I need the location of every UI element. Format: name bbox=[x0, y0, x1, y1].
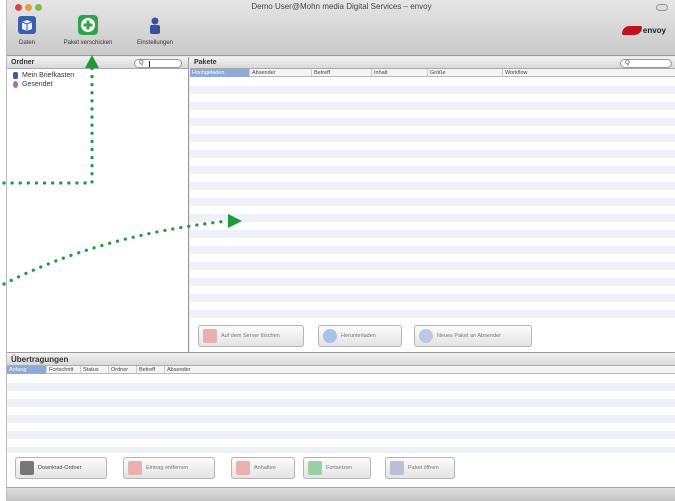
packages-header: Pakete Q bbox=[190, 57, 675, 69]
transfers-list[interactable] bbox=[7, 375, 675, 453]
column-anfang[interactable]: Anfang bbox=[7, 366, 47, 374]
toolbar-toggle-button[interactable] bbox=[656, 4, 668, 11]
status-bar bbox=[7, 487, 675, 501]
download-icon bbox=[323, 329, 337, 343]
column-betreff[interactable]: Betreff bbox=[312, 69, 372, 77]
open-package-icon bbox=[390, 461, 404, 475]
column-inhalt[interactable]: Inhalt bbox=[372, 69, 428, 77]
paket-oeffnen-button[interactable]: Paket öffnen bbox=[385, 457, 455, 479]
paket-label: Paket verschicken bbox=[63, 40, 113, 46]
search-icon: Q bbox=[625, 60, 630, 66]
anhalten-button[interactable]: Anhalten bbox=[231, 457, 295, 479]
fortsetzen-button[interactable]: Fortsetzen bbox=[303, 457, 371, 479]
packages-search-input[interactable]: Q bbox=[620, 59, 672, 68]
column-fortschritt[interactable]: Fortschritt bbox=[47, 366, 81, 374]
neues-paket-an-absender-button[interactable]: Neues Paket an Absender bbox=[414, 325, 532, 347]
einstellungen-button[interactable]: Einstellungen bbox=[131, 14, 179, 46]
folders-header-label: Ordner bbox=[11, 59, 35, 66]
column-absender[interactable]: Absender bbox=[165, 366, 675, 374]
column-groesse[interactable]: Größe bbox=[428, 69, 503, 77]
data-box-icon bbox=[18, 16, 36, 34]
eintrag-entfernen-label: Eintrag entfernen bbox=[146, 465, 189, 471]
fortsetzen-label: Fortsetzen bbox=[326, 465, 352, 471]
delete-on-server-label: Auf dem Server löschen bbox=[221, 333, 280, 339]
folder-item-mein-briefkasten[interactable]: Mein Briefkasten bbox=[7, 71, 188, 80]
app-window: Demo User@Mohn media Digital Services – … bbox=[6, 0, 675, 501]
folder-label: Mein Briefkasten bbox=[22, 72, 75, 79]
herunterladen-button[interactable]: Herunterladen bbox=[318, 325, 402, 347]
envoy-logo-mark bbox=[621, 26, 642, 36]
packages-pane: Pakete Q Hochgeladen Absender Betreff In… bbox=[190, 57, 675, 352]
sent-icon bbox=[13, 81, 18, 88]
person-settings-icon bbox=[150, 17, 160, 34]
resume-icon bbox=[308, 461, 322, 475]
einstellungen-label: Einstellungen bbox=[136, 40, 174, 46]
column-status[interactable]: Status bbox=[81, 366, 109, 374]
daten-label: Daten bbox=[18, 40, 35, 46]
column-absender[interactable]: Absender bbox=[250, 69, 312, 77]
packages-list[interactable] bbox=[190, 78, 675, 318]
search-icon: Q bbox=[139, 60, 144, 66]
person-icon bbox=[13, 72, 18, 79]
eintrag-entfernen-button[interactable]: Eintrag entfernen bbox=[123, 457, 215, 479]
anhalten-label: Anhalten bbox=[254, 465, 276, 471]
text-caret bbox=[149, 61, 150, 67]
packages-column-header: Hochgeladen Absender Betreff Inhalt Größ… bbox=[190, 69, 675, 77]
envoy-logo: envoy bbox=[621, 26, 666, 36]
folder-label: Gesendet bbox=[22, 81, 53, 88]
transfers-pane: Übertragungen Anfang Fortschritt Status … bbox=[7, 352, 675, 501]
column-betreff[interactable]: Betreff bbox=[137, 366, 165, 374]
packages-header-label: Pakete bbox=[194, 59, 217, 66]
paket-oeffnen-label: Paket öffnen bbox=[408, 465, 439, 471]
folders-pane: Ordner Q Mein Briefkasten Gesendet bbox=[7, 57, 189, 352]
add-package-icon bbox=[78, 15, 98, 35]
folder-icon bbox=[20, 461, 34, 475]
transfers-header: Übertragungen bbox=[7, 353, 675, 366]
delete-on-server-button[interactable]: Auf dem Server löschen bbox=[198, 325, 304, 347]
transfers-column-header: Anfang Fortschritt Status Ordner Betreff… bbox=[7, 366, 675, 374]
daten-button[interactable]: Daten bbox=[13, 14, 41, 46]
download-ordner-label: Download-Ordner bbox=[38, 465, 82, 471]
envoy-logo-text: envoy bbox=[642, 26, 666, 35]
column-ordner[interactable]: Ordner bbox=[109, 366, 137, 374]
transfers-button-bar: Download-Ordner Eintrag entfernen Anhalt… bbox=[7, 457, 675, 481]
toolbar: Demo User@Mohn media Digital Services – … bbox=[7, 0, 675, 56]
herunterladen-label: Herunterladen bbox=[341, 333, 376, 339]
column-workflow[interactable]: Workflow bbox=[503, 69, 675, 77]
column-hochgeladen[interactable]: Hochgeladen bbox=[190, 69, 250, 77]
download-ordner-button[interactable]: Download-Ordner bbox=[15, 457, 107, 479]
reply-arrow-icon bbox=[419, 329, 433, 343]
neues-paket-label: Neues Paket an Absender bbox=[437, 333, 501, 339]
delete-icon bbox=[203, 329, 217, 343]
remove-entry-icon bbox=[128, 461, 142, 475]
folder-item-gesendet[interactable]: Gesendet bbox=[7, 80, 188, 89]
window-title: Demo User@Mohn media Digital Services – … bbox=[251, 2, 432, 11]
pause-icon bbox=[236, 461, 250, 475]
folders-search-input[interactable]: Q bbox=[134, 59, 182, 68]
packages-button-bar: Auf dem Server löschen Herunterladen Neu… bbox=[190, 325, 675, 351]
folders-header: Ordner Q bbox=[7, 57, 188, 69]
paket-verschicken-button[interactable]: Paket verschicken bbox=[59, 14, 117, 46]
transfers-header-label: Übertragungen bbox=[11, 355, 69, 364]
